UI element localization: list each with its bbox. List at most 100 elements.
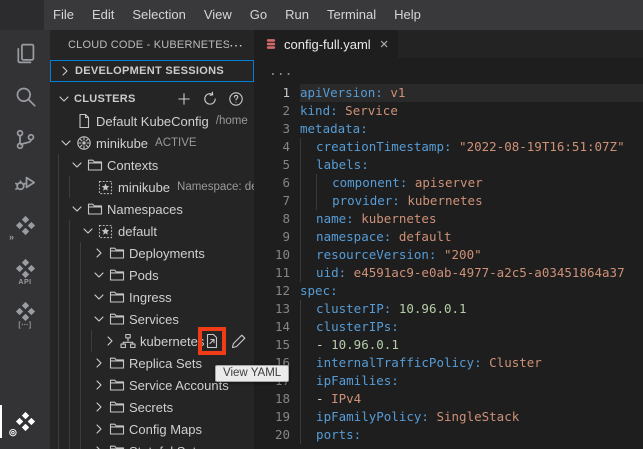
indent-guide [80,242,91,264]
refresh-button[interactable] [202,91,218,107]
token: creationTimestamp: [316,139,451,154]
indent-guide [58,330,69,352]
indent-guide [69,286,80,308]
tree-item-label: Contexts [107,158,158,173]
cloud-integrations-button[interactable]: [⋯] [0,290,50,333]
code-line-16[interactable]: 16internalTrafficPolicy: Cluster [254,354,643,372]
tree-item-contexts[interactable]: Contexts [50,154,254,176]
code-line-14[interactable]: 14clusterIPs: [254,318,643,336]
line-content: - IPv4 [300,390,643,408]
indent-guide [80,264,91,286]
code-line-17[interactable]: 17ipFamilies: [254,372,643,390]
source-control-button[interactable] [0,118,50,161]
indent-guide [300,372,316,390]
line-number: 7 [254,192,290,210]
menu-terminal[interactable]: Terminal [318,0,385,30]
code-line-9[interactable]: 9namespace: default [254,228,643,246]
code-line-6[interactable]: 6component: apiserver [254,174,643,192]
code-line-19[interactable]: 19ipFamilyPolicy: SingleStack [254,408,643,426]
menu-edit[interactable]: Edit [83,0,123,30]
tree-item-deployments[interactable]: Deployments [50,242,254,264]
folder-icon [108,245,125,261]
close-icon[interactable]: × [380,37,389,52]
code-area[interactable]: 1apiVersion: v12kind: Service3metadata:4… [254,84,643,444]
tree-item-kubernetes[interactable]: kubernetes [50,330,254,352]
add-cluster-button[interactable] [176,91,192,107]
line-content: clusterIPs: [300,318,643,336]
cloud-code-kubernetes-button[interactable]: ◎ [0,400,50,443]
line-content: metadata: [300,120,643,138]
indent-guide [69,418,80,440]
tree-item-namespaces[interactable]: Namespaces [50,198,254,220]
search-button[interactable] [0,75,50,118]
indent-guide [58,308,69,330]
run-and-debug-button[interactable] [0,161,50,204]
code-line-20[interactable]: 20ports: [254,426,643,444]
menu-file[interactable]: File [44,0,83,30]
tree-items: Default KubeConfig/homeminikubeACTIVE Con… [50,110,254,449]
tree-item-config-maps[interactable]: Config Maps [50,418,254,440]
line-number: 9 [254,228,290,246]
code-line-7[interactable]: 7provider: kubernetes [254,192,643,210]
chevron-right-icon [91,377,107,393]
code-line-1[interactable]: 1apiVersion: v1 [254,84,643,102]
explorer-button[interactable] [0,32,50,75]
tree-item-minikube[interactable]: minikubeNamespace: de [50,176,254,198]
hierarchy-icon [119,333,136,349]
token: - [316,391,331,406]
line-content: resourceVersion: "200" [300,246,643,264]
cloud-apis-button[interactable]: API [0,247,50,290]
tree-item-description: /home [216,115,248,127]
section-development-sessions[interactable]: DEVELOPMENT SESSIONS [50,60,254,82]
menu-help[interactable]: Help [385,0,430,30]
indent-guide [58,154,69,176]
code-line-3[interactable]: 3metadata: [254,120,643,138]
menu-go[interactable]: Go [241,0,276,30]
section-actions [176,91,254,107]
tree-item-stateful-sets[interactable]: Stateful Sets [50,440,254,449]
cloud-integrations-icon [15,301,36,322]
code-line-15[interactable]: 15- 10.96.0.1 [254,336,643,354]
code-line-4[interactable]: 4creationTimestamp: "2022-08-19T16:51:07… [254,138,643,156]
line-content: ports: [300,426,643,444]
indent-guide [300,426,316,444]
code-line-2[interactable]: 2kind: Service [254,102,643,120]
menu-run[interactable]: Run [276,0,318,30]
tree-item-pods[interactable]: Pods [50,264,254,286]
indent-guide [300,138,316,156]
line-number: 19 [254,408,290,426]
explorer-icon [14,42,37,65]
view-yaml-button[interactable] [204,333,220,349]
code-line-12[interactable]: 12spec: [254,282,643,300]
tree-item-ingress[interactable]: Ingress [50,286,254,308]
line-content: component: apiserver [300,174,643,192]
code-line-8[interactable]: 8name: kubernetes [254,210,643,228]
indent-guide [80,418,91,440]
code-line-11[interactable]: 11uid: e4591ac9-e0ab-4977-a2c5-a03451864… [254,264,643,282]
code-line-13[interactable]: 13clusterIP: 10.96.0.1 [254,300,643,318]
section-clusters[interactable]: CLUSTERS [50,88,254,110]
cloud-code-button[interactable]: » [0,204,50,247]
tab-config-full-yaml[interactable]: config-full.yaml × [254,30,398,58]
row-actions [204,333,254,349]
tree-item-minikube[interactable]: minikubeACTIVE [50,132,254,154]
menu-view[interactable]: View [195,0,241,30]
code-line-10[interactable]: 10resourceVersion: "200" [254,246,643,264]
breadcrumb[interactable]: ... [254,58,643,84]
minikube-icon [75,135,92,151]
edit-button[interactable] [231,333,247,349]
more-actions-icon[interactable]: ⋯ [229,37,244,54]
token: internalTrafficPolicy: [316,355,482,370]
code-line-18[interactable]: 18- IPv4 [254,390,643,408]
tree-item-services[interactable]: Services [50,308,254,330]
tree-item-secrets[interactable]: Secrets [50,396,254,418]
menu-selection[interactable]: Selection [123,0,194,30]
indent-guide [300,336,316,354]
tree-item-description: Namespace: de [177,181,254,193]
help-button[interactable] [228,91,244,107]
code-line-5[interactable]: 5labels: [254,156,643,174]
indent-guide [58,286,69,308]
tree-item-default-kubeconfig[interactable]: Default KubeConfig/home [50,110,254,132]
tree-item-default[interactable]: default [50,220,254,242]
indent-guide [80,286,91,308]
